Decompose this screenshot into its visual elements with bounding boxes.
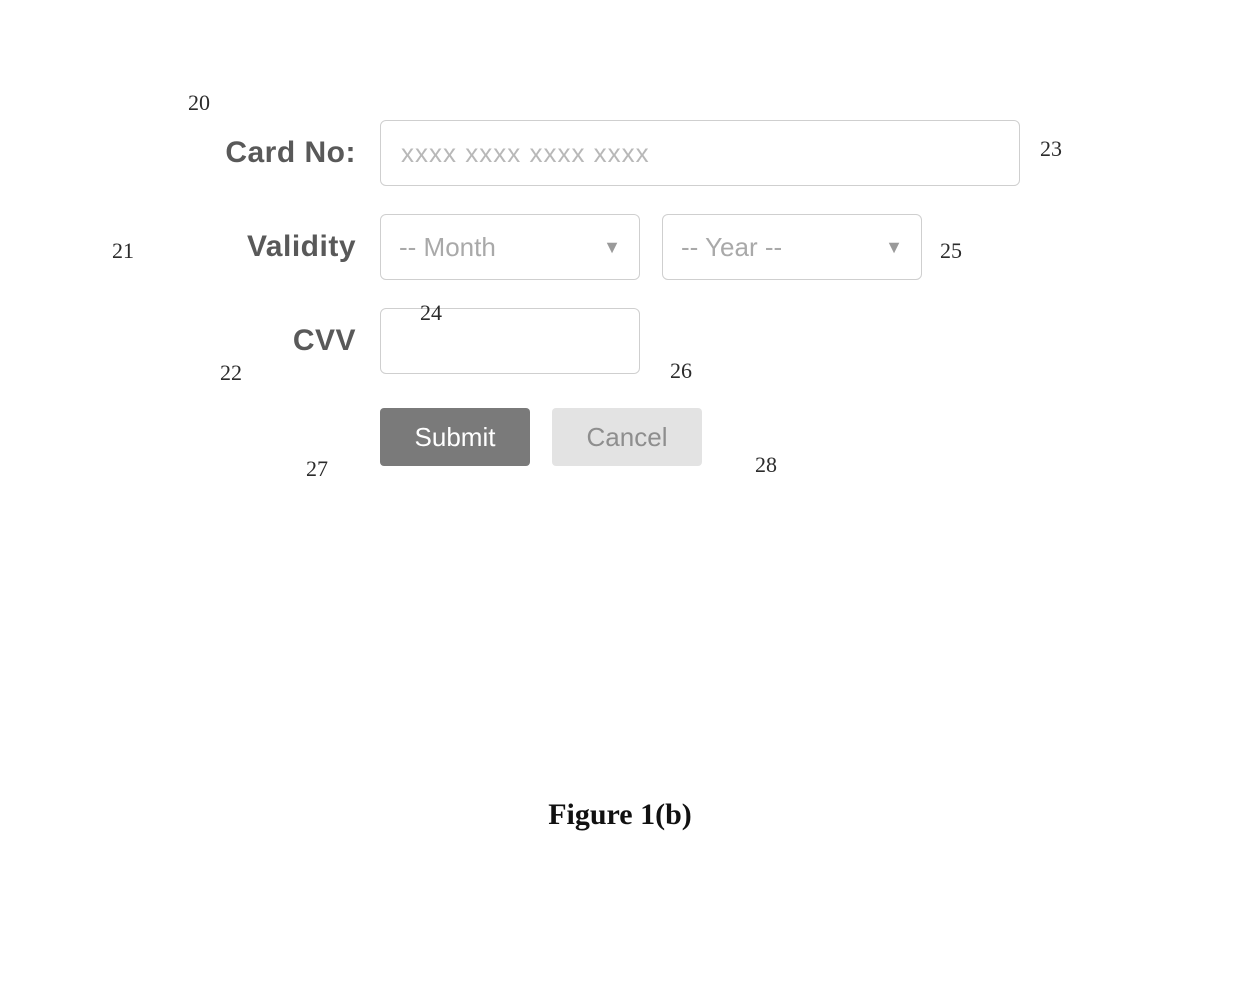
label-col: Validity [150,230,380,264]
callout-21: 21 [112,238,134,264]
callout-22: 22 [220,360,242,386]
callout-24: 24 [420,300,442,326]
label-col: CVV [150,324,380,358]
callout-23: 23 [1040,136,1062,162]
validity-month-select[interactable]: -- Month ▼ [380,214,640,280]
input-col: -- Month ▼ -- Year -- ▼ [380,214,922,280]
submit-button[interactable]: Submit [380,408,530,466]
row-cvv: CVV [150,308,1070,374]
callout-26: 26 [670,358,692,384]
callout-25: 25 [940,238,962,264]
label-cardno: Card No: [225,136,356,169]
cancel-button[interactable]: Cancel [552,408,702,466]
callout-28: 28 [755,452,777,478]
page: Card No: Validity -- Month ▼ -- Year -- … [0,0,1240,992]
chevron-down-icon: ▼ [885,237,903,258]
chevron-down-icon: ▼ [603,237,621,258]
label-cvv: CVV [293,324,356,357]
label-col: Card No: [150,136,380,170]
callout-20: 20 [188,90,210,116]
button-row: Submit Cancel [380,408,702,466]
payment-form: Card No: Validity -- Month ▼ -- Year -- … [150,120,1070,466]
validity-year-select[interactable]: -- Year -- ▼ [662,214,922,280]
year-placeholder: -- Year -- [681,232,782,263]
label-validity: Validity [247,230,356,263]
input-col [380,308,640,374]
month-placeholder: -- Month [399,232,496,263]
figure-caption: Figure 1(b) [0,798,1240,832]
row-buttons: Submit Cancel [150,402,1070,466]
cvv-input[interactable] [380,308,640,374]
callout-27: 27 [306,456,328,482]
row-validity: Validity -- Month ▼ -- Year -- ▼ [150,214,1070,280]
input-col [380,120,1020,186]
card-number-input[interactable] [380,120,1020,186]
row-cardno: Card No: [150,120,1070,186]
